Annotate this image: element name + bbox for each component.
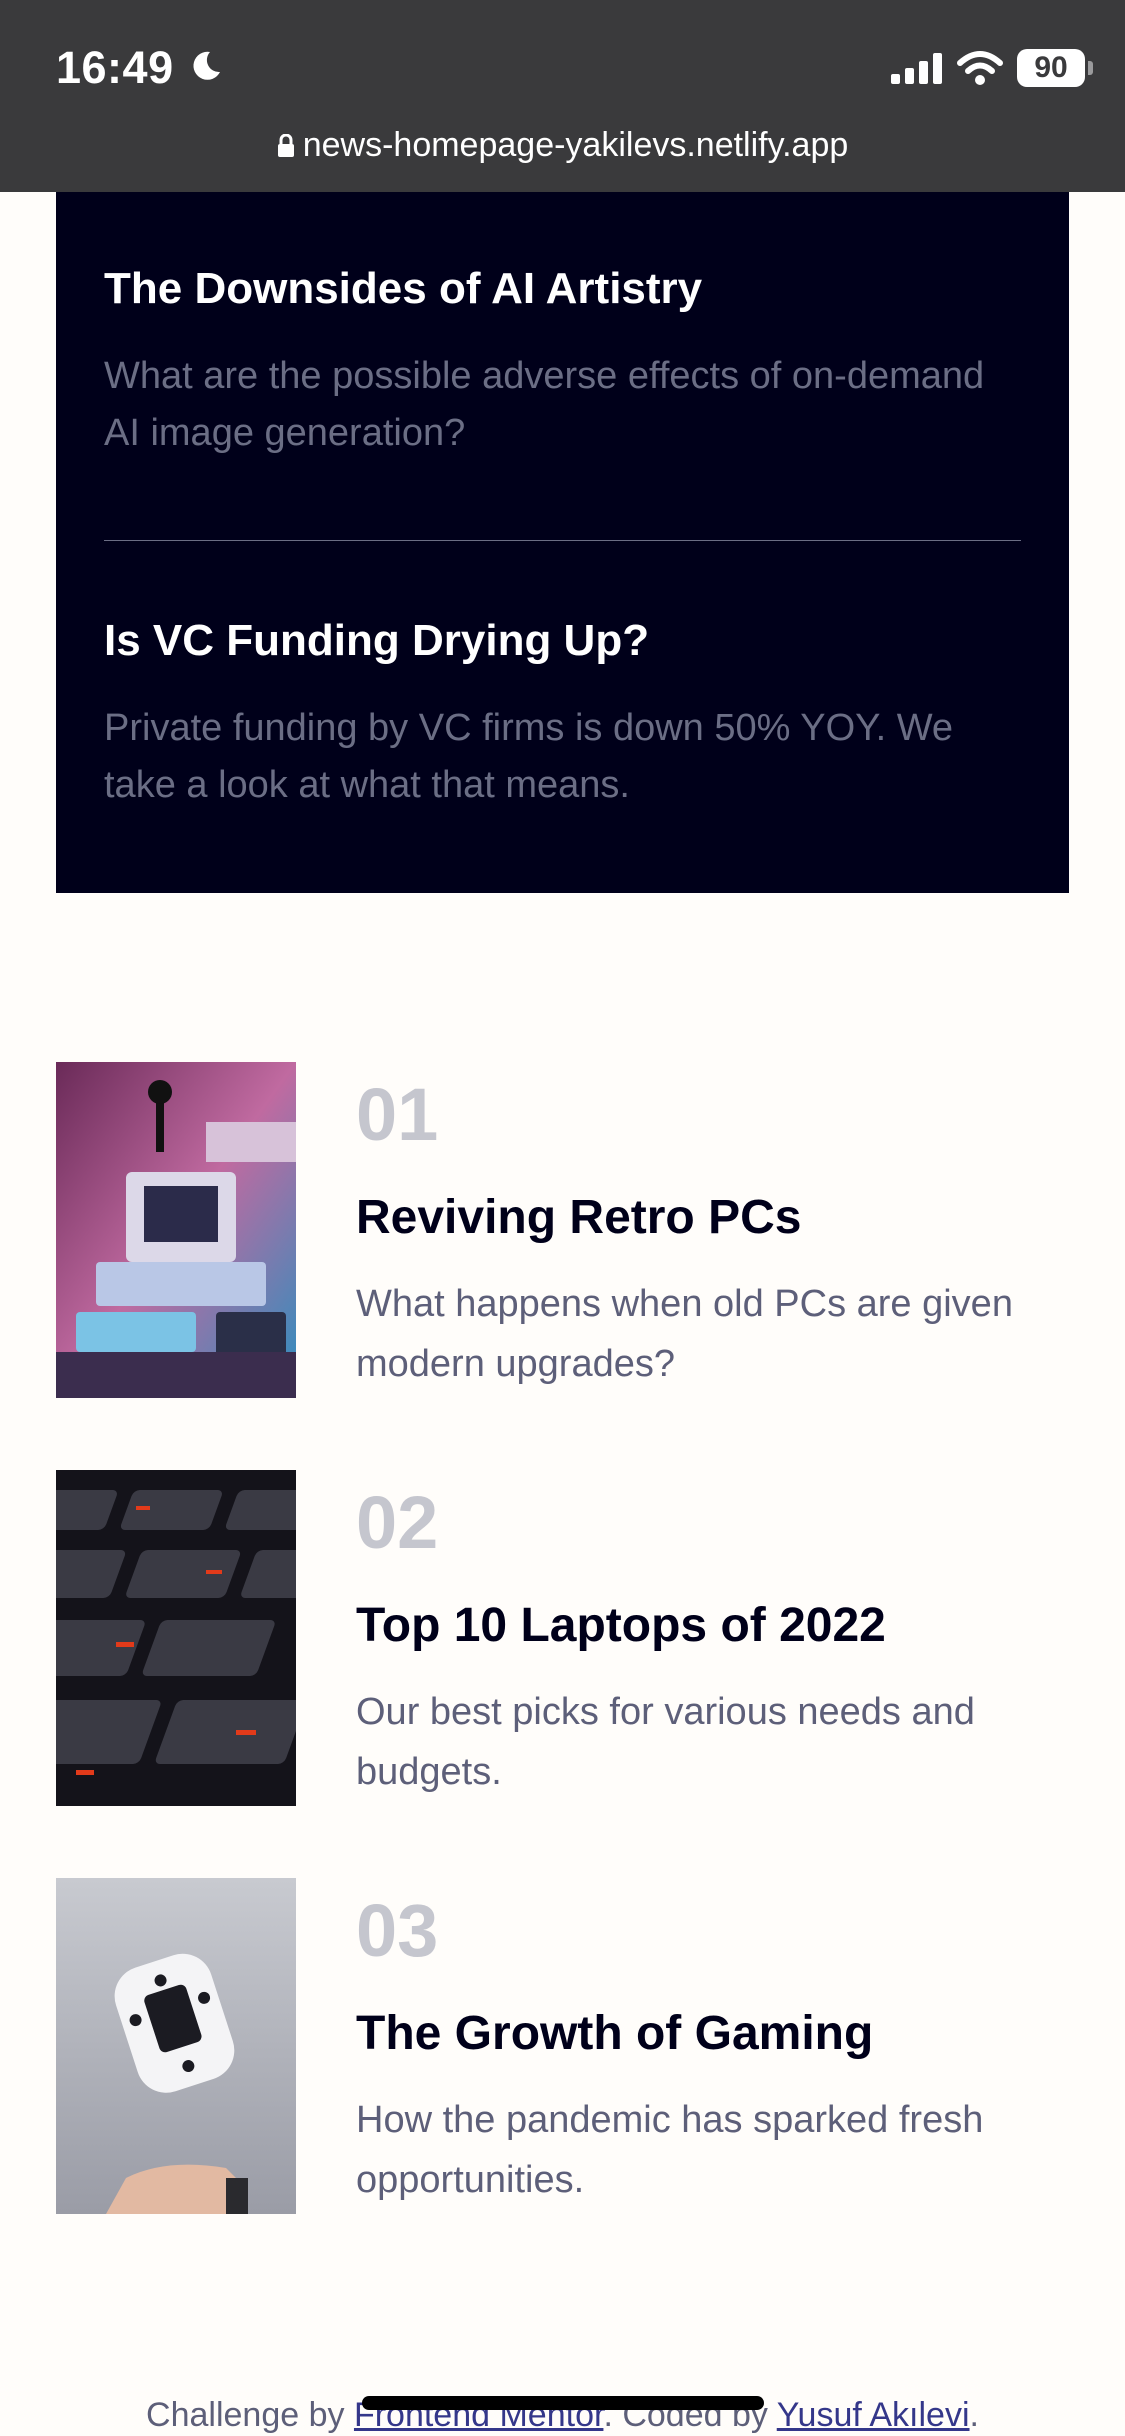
retro-pcs-image bbox=[56, 1062, 296, 1398]
cellular-signal-icon bbox=[891, 53, 942, 84]
article-description: Our best picks for various needs and bud… bbox=[356, 1691, 975, 1793]
article-number: 02 bbox=[356, 1481, 439, 1564]
author-link[interactable]: Yusuf Akılevi bbox=[777, 2396, 970, 2434]
article-card: 03 The Growth of Gaming How the pandemic… bbox=[56, 1878, 1069, 2214]
article-number: 03 bbox=[356, 1889, 439, 1972]
status-time: 16:49 bbox=[56, 42, 174, 93]
article-card: 02 Top 10 Laptops of 2022 Our best picks… bbox=[56, 1470, 1069, 1806]
lock-icon bbox=[277, 134, 294, 157]
address-bar[interactable]: news-homepage-yakilevs.netlify.app bbox=[0, 126, 1125, 165]
new-articles-panel: The Downsides of AI Artistry What are th… bbox=[56, 192, 1069, 893]
battery-indicator: 90 bbox=[1017, 49, 1093, 87]
article-title[interactable]: Reviving Retro PCs bbox=[356, 1190, 801, 1245]
browser-status-bar: 16:49 90 news-homepage-yakilevs.netlify.… bbox=[0, 0, 1125, 192]
url-text: news-homepage-yakilevs.netlify.app bbox=[302, 126, 849, 164]
divider bbox=[104, 540, 1021, 541]
new-item-description: Private funding by VC firms is down 50% … bbox=[104, 707, 954, 806]
new-item[interactable]: Is VC Funding Drying Up? Private funding… bbox=[104, 616, 1021, 814]
wifi-icon bbox=[957, 51, 1003, 85]
home-indicator[interactable] bbox=[362, 2396, 764, 2410]
article-title[interactable]: The Growth of Gaming bbox=[356, 2006, 873, 2061]
new-item-title[interactable]: Is VC Funding Drying Up? bbox=[104, 616, 1021, 666]
article-card: 01 Reviving Retro PCs What happens when … bbox=[56, 1062, 1069, 1398]
gamepad-image bbox=[56, 1878, 296, 2214]
article-description: What happens when old PCs are given mode… bbox=[356, 1283, 1013, 1385]
article-description: How the pandemic has sparked fresh oppor… bbox=[356, 2099, 984, 2201]
footer-suffix: . bbox=[969, 2396, 979, 2434]
new-item-description: What are the possible adverse effects of… bbox=[104, 355, 985, 454]
new-item[interactable]: The Downsides of AI Artistry What are th… bbox=[104, 264, 1021, 462]
footer-prefix: Challenge by bbox=[146, 2396, 345, 2434]
status-indicators: 90 bbox=[891, 48, 1093, 88]
new-item-title[interactable]: The Downsides of AI Artistry bbox=[104, 264, 1021, 314]
article-number: 01 bbox=[356, 1073, 439, 1156]
article-title[interactable]: Top 10 Laptops of 2022 bbox=[356, 1598, 886, 1653]
laptop-keyboard-image bbox=[56, 1470, 296, 1806]
moon-icon bbox=[193, 51, 220, 80]
